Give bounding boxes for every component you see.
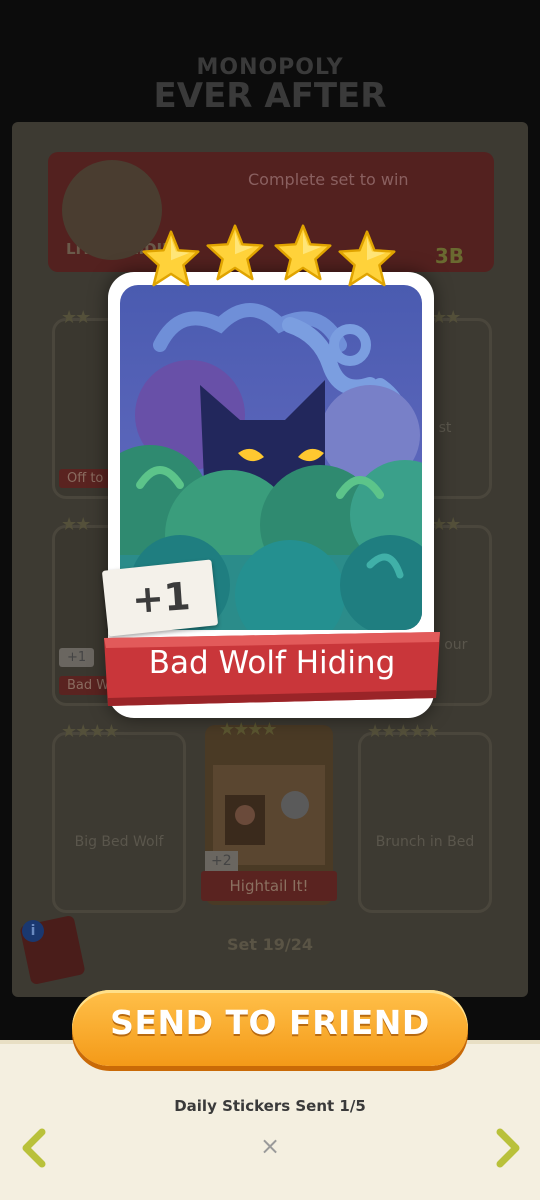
chevron-left-icon[interactable] [16,1126,52,1170]
set-reward: 3B [434,244,464,268]
slot-label: Brunch in Bed [375,834,475,850]
slot-label: Off to [59,469,112,488]
slot-count: +2 [205,851,238,871]
slot-stars: ★★ [431,307,461,328]
complete-set-label: Complete set to win [248,170,409,189]
star-icon [142,230,200,287]
daily-stickers-status: Daily Stickers Sent 1/5 [174,1097,366,1115]
sticker-slot-hightail[interactable]: ★★★★ +2 Hightail It! [201,719,337,905]
star-icon [274,224,332,281]
close-icon[interactable]: × [258,1132,282,1160]
logo-line-2: EVER AFTER [153,76,387,116]
slot-stars: ★★ [431,514,461,535]
send-to-friend-label[interactable]: SEND TO FRIEND [72,1003,468,1042]
slot-stars: ★★★★★ [367,721,440,742]
sticker-slot[interactable]: ★★★★★ Brunch in Bed [358,721,492,913]
game-logo: MONOPOLY EVER AFTER [150,55,390,116]
slot-label: Big Bed Wolf [74,834,164,850]
rarity-stars [140,222,402,292]
slot-stars: ★★ [61,514,91,535]
info-icon[interactable]: i [22,920,44,942]
slot-stars: ★★★★ [61,721,120,742]
slot-label: Hightail It! [201,871,337,901]
sticker-slot[interactable]: ★★★★ Big Bed Wolf [52,721,186,913]
slot-count: +1 [59,648,95,667]
card-title: Bad Wolf Hiding [148,645,396,681]
sticker-count-text: +1 [130,574,192,622]
chevron-right-icon[interactable] [490,1126,526,1170]
star-icon [338,230,396,287]
slot-stars: ★★ [61,307,91,328]
star-icon [206,224,264,281]
